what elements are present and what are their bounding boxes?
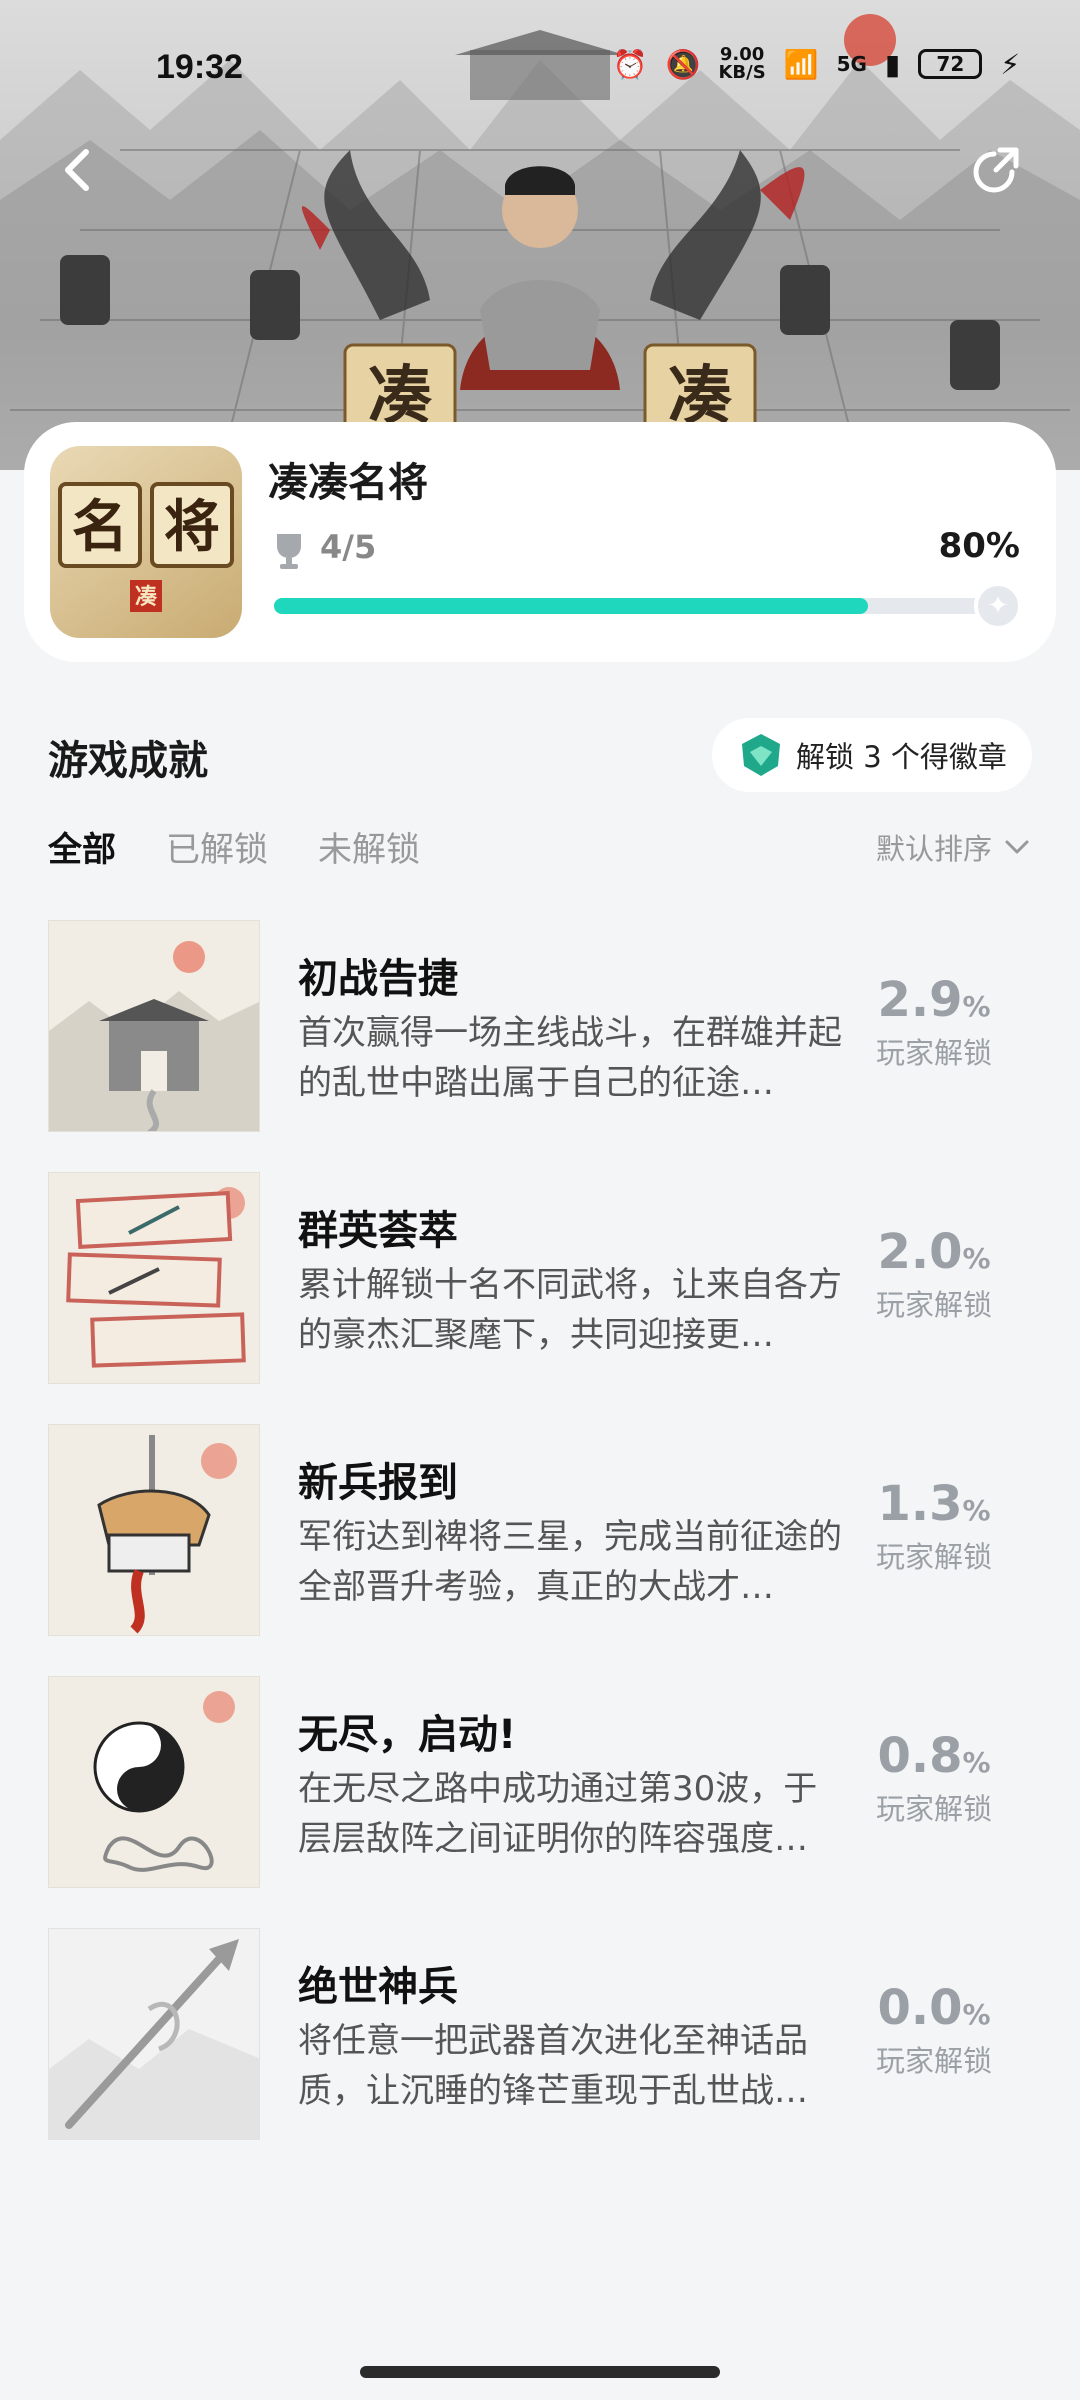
unlock-rate-unit: %	[962, 1746, 991, 1779]
unlock-rate-value: 2.0	[877, 1224, 963, 1280]
tab-unlocked[interactable]: 已解锁	[166, 822, 268, 871]
yin-yang-icon	[48, 1676, 260, 1888]
scroll-cards-icon	[48, 1172, 260, 1384]
achievement-name: 无尽，启动!	[298, 1712, 517, 1758]
share-button[interactable]	[964, 136, 1030, 202]
list-item[interactable]: 群英荟萃 累计解锁十名不同武将，让来自各方的豪杰汇聚麾下，共同迎接更… 2.0%…	[0, 1172, 1080, 1386]
section-title: 游戏成就	[48, 738, 208, 784]
unlock-rate-label: 玩家解锁	[875, 1288, 992, 1322]
net-speed-unit: KB/S	[718, 62, 766, 83]
charging-icon: ⚡	[1000, 47, 1020, 81]
unlock-rate-value: 0.8	[877, 1728, 963, 1784]
achievement-name: 群英荟萃	[298, 1208, 458, 1254]
share-icon	[973, 147, 1019, 193]
list-item[interactable]: 绝世神兵 将任意一把武器首次进化至神话品质，让沉睡的锋芒重现于乱世战… 0.0%…	[0, 1928, 1080, 2142]
unlock-rate-value: 1.3	[877, 1476, 963, 1532]
svg-text:凑: 凑	[135, 584, 158, 610]
achievement-desc: 将任意一把武器首次进化至神话品质，让沉睡的锋芒重现于乱世战…	[298, 2021, 808, 2111]
back-arrow-icon	[65, 149, 89, 191]
achievement-name: 初战告捷	[298, 956, 458, 1002]
sort-dropdown[interactable]: 默认排序	[876, 826, 1030, 868]
sort-label: 默认排序	[875, 832, 992, 866]
unlock-rate-value: 0.0	[877, 1980, 963, 2036]
achievement-desc: 军衔达到裨将三星，完成当前征途的全部晋升考验，真正的大战才…	[298, 1517, 842, 1607]
progress-bar: ✦	[274, 582, 1022, 630]
wifi-icon: 📶	[783, 47, 819, 81]
svg-text:名: 名	[72, 494, 128, 560]
unlock-rate: 0.8% 玩家解锁	[854, 1728, 1014, 1828]
back-button[interactable]	[50, 140, 110, 200]
achievement-desc: 在无尽之路中成功通过第30波，于层层敌阵之间证明你的阵容强度…	[298, 1769, 818, 1859]
legendary-spear-icon	[48, 1928, 260, 2140]
unlock-rate-label: 玩家解锁	[875, 2044, 992, 2078]
achievement-desc: 首次赢得一场主线战斗，在群雄并起的乱世中踏出属于自己的征途…	[298, 1013, 842, 1103]
unlock-rate: 2.0% 玩家解锁	[854, 1224, 1014, 1324]
signal-icon: ▮	[884, 47, 901, 81]
badge-icon	[742, 734, 780, 776]
trophy-icon	[277, 534, 301, 569]
game-card[interactable]: 名 将 凑 凑凑名将 4/5 80% ✦	[24, 422, 1056, 662]
progress-end-star-icon: ✦	[974, 582, 1022, 630]
progress-fill	[274, 598, 868, 614]
unlock-rate-unit: %	[962, 1242, 991, 1275]
status-bar: 19:32 ⏰ 🔕 9.00 KB/S 📶 5G ▮ 72 ⚡	[0, 40, 1080, 100]
unlock-rate-label: 玩家解锁	[875, 1036, 992, 1070]
net-speed: 9.00 KB/S	[718, 46, 765, 82]
achievement-name: 绝世神兵	[298, 1964, 458, 2010]
list-item[interactable]: 初战告捷 首次赢得一场主线战斗，在群雄并起的乱世中踏出属于自己的征途… 2.9%…	[0, 920, 1080, 1134]
tab-locked[interactable]: 未解锁	[318, 822, 420, 871]
chevron-down-icon	[1005, 840, 1029, 854]
unlock-rate-unit: %	[962, 990, 991, 1023]
unlock-rate-label: 玩家解锁	[875, 1792, 992, 1826]
unlock-rate: 2.9% 玩家解锁	[854, 972, 1014, 1072]
achievement-name: 新兵报到	[298, 1460, 458, 1506]
badge-unlock-pill[interactable]: 解锁 3 个得徽章	[712, 718, 1032, 792]
hero-banner: 凑 凑 19:32 ⏰ 🔕 9.00 KB/S 📶 5G ▮ 72 ⚡	[0, 0, 1080, 470]
game-title: 凑凑名将	[268, 460, 428, 506]
unlock-rate: 1.3% 玩家解锁	[854, 1476, 1014, 1576]
list-item[interactable]: 新兵报到 军衔达到裨将三星，完成当前征途的全部晋升考验，真正的大战才… 1.3%…	[0, 1424, 1080, 1638]
battery-indicator: 72	[918, 49, 983, 79]
unlock-rate-unit: %	[962, 1998, 991, 2031]
unlock-rate-value: 2.9	[877, 972, 963, 1028]
alarm-icon: ⏰	[612, 47, 648, 81]
game-logo-art: 名 将 凑	[58, 482, 234, 612]
svg-text:将: 将	[164, 494, 220, 560]
mute-icon: 🔕	[665, 47, 701, 81]
game-logo: 名 将 凑	[50, 446, 242, 638]
achievement-percent: 80%	[938, 526, 1020, 566]
network-type: 5G	[836, 52, 867, 76]
unlock-rate: 0.0% 玩家解锁	[854, 1980, 1014, 2080]
fortress-gate-icon	[48, 920, 260, 1132]
home-indicator[interactable]	[360, 2366, 720, 2378]
list-item[interactable]: 无尽，启动! 在无尽之路中成功通过第30波，于层层敌阵之间证明你的阵容强度… 0…	[0, 1676, 1080, 1890]
achievement-desc: 累计解锁十名不同武将，让来自各方的豪杰汇聚麾下，共同迎接更…	[298, 1265, 842, 1355]
status-icons: ⏰ 🔕 9.00 KB/S 📶 5G ▮ 72 ⚡	[613, 46, 1020, 82]
tiger-seal-icon	[48, 1424, 260, 1636]
status-time: 19:32	[156, 48, 243, 86]
achievement-count: 4/5	[320, 528, 377, 566]
tab-all[interactable]: 全部	[48, 822, 116, 871]
filter-tabs: 全部 已解锁 未解锁	[48, 822, 420, 871]
badge-unlock-text: 解锁 3 个得徽章	[796, 740, 1007, 774]
unlock-rate-unit: %	[962, 1494, 991, 1527]
unlock-rate-label: 玩家解锁	[875, 1540, 992, 1574]
